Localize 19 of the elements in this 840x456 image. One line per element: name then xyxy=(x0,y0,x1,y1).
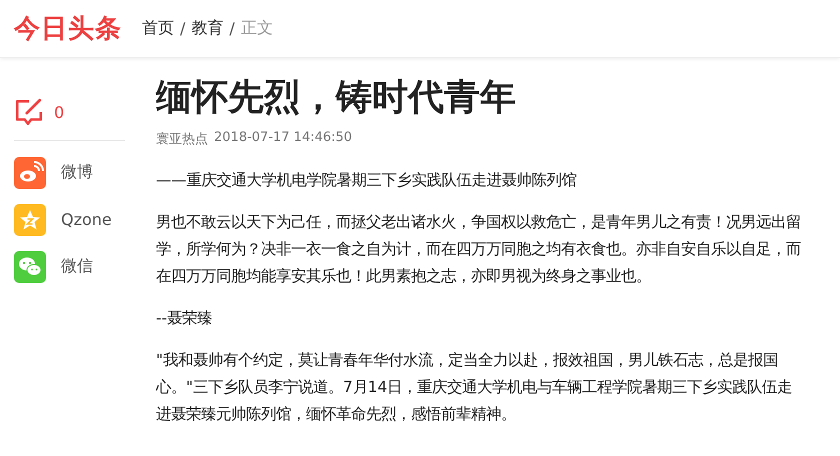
article-title: 缅怀先烈，铸时代青年 xyxy=(156,76,517,120)
weibo-icon[interactable] xyxy=(14,156,46,188)
article-paragraph: 男也不敢云以天下为己任，而拯父老出诸水火，争国权以救危亡，是青年男儿之有责！况男远出留学，所学何为？决非一衣一食之自为计，而在四万万同胞之均有衣食也。亦非自安自乐以自足，而在四万万同胞均能享安其乐也！此男素抱之志，亦即男视为终身之事业也。 xyxy=(156,212,802,287)
comment-icon[interactable] xyxy=(14,97,44,127)
publish-time: 2018-07-17 14:46:50 xyxy=(214,130,352,147)
article-paragraph: ——重庆交通大学机电学院暑期三下乡实践队伍走进聂帅陈列馆 xyxy=(156,170,578,191)
share-label[interactable]: 微博 xyxy=(61,162,93,183)
breadcrumb-link[interactable]: 首页 xyxy=(142,18,174,39)
chat-bubbles-icon[interactable] xyxy=(14,250,46,282)
article-paragraph: --聂荣臻 xyxy=(156,308,214,329)
article-paragraph: "我和聂帅有个约定，莫让青春年华付水流，定当全力以赴，报效祖国，男儿铁石志，总是报国心。"三下乡队员李宁说道。7月14日，重庆交通大学机电与车辆工程学院暑期三下乡实践队伍走进聂荣臻元帅陈列馆，缅怀革命先烈，感悟前辈精神。 xyxy=(156,350,794,425)
share-label[interactable]: Qzone xyxy=(61,210,112,229)
share-label[interactable]: 微信 xyxy=(61,256,93,277)
breadcrumb-separator: / xyxy=(229,19,235,38)
article-source[interactable]: 寰亚热点 xyxy=(156,130,208,148)
breadcrumb-separator: / xyxy=(180,19,186,38)
site-logo[interactable]: 今日头条 xyxy=(14,11,122,46)
comment-count: 0 xyxy=(54,102,64,122)
breadcrumb-link[interactable]: 教育 xyxy=(191,18,224,39)
